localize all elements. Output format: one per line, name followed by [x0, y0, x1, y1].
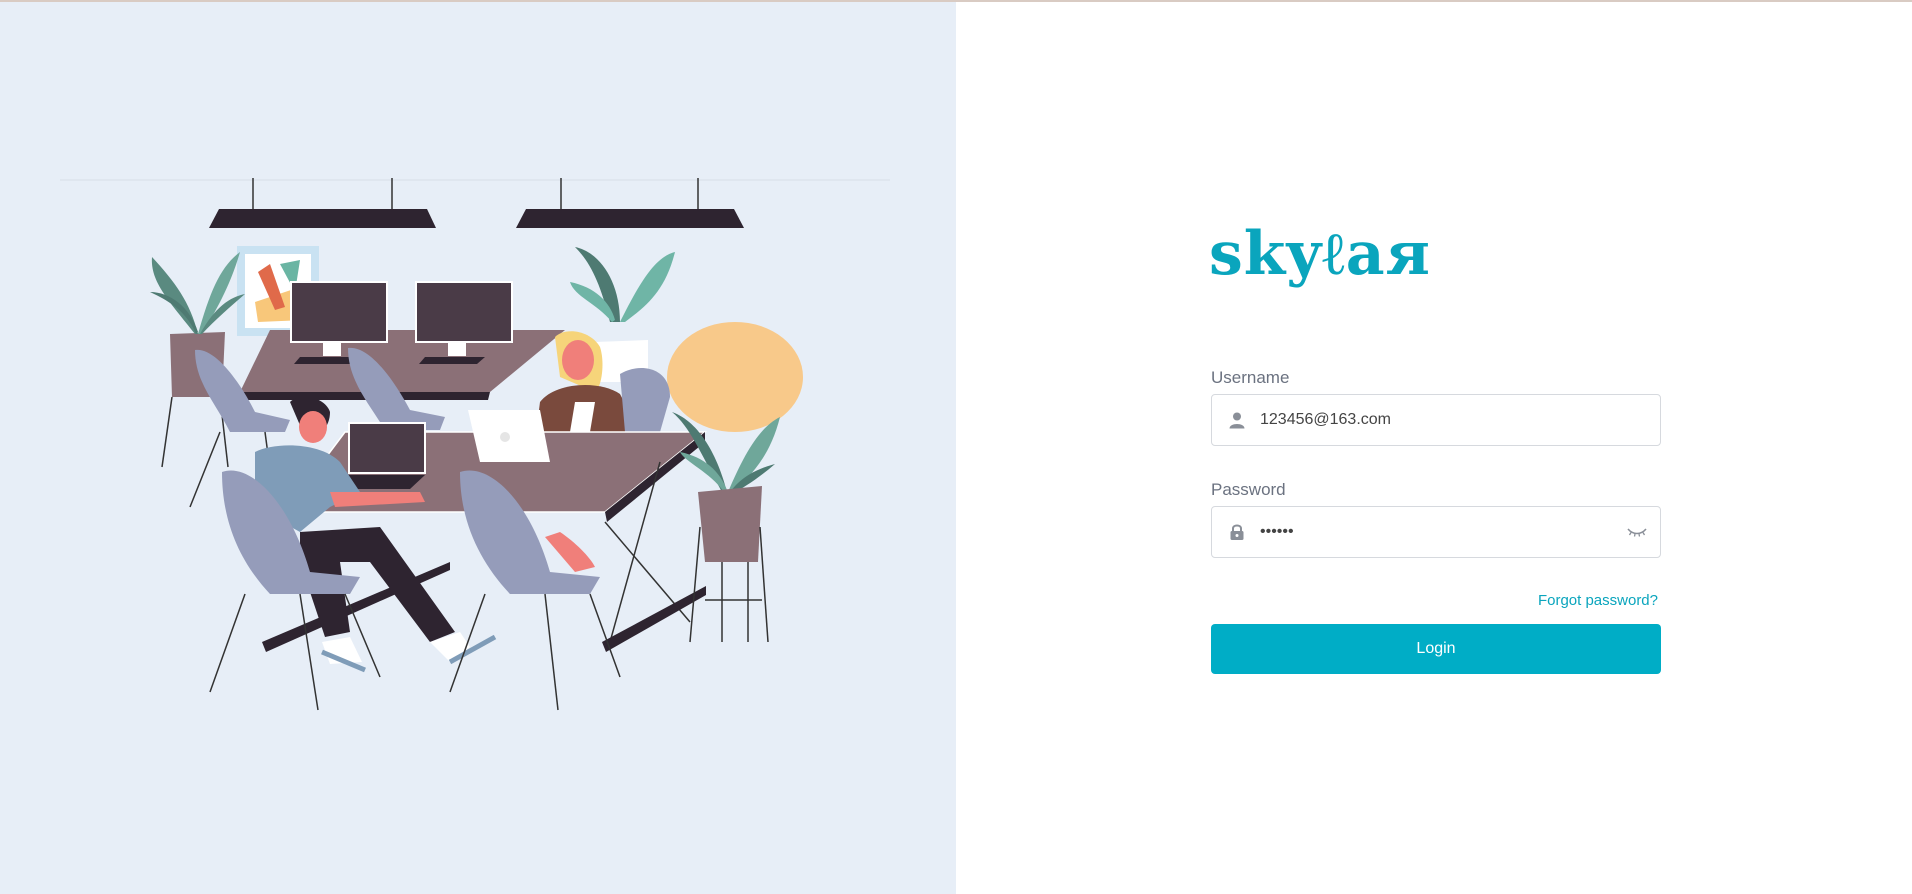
illustration-panel: [0, 2, 956, 894]
login-panel: [956, 2, 1912, 894]
eye-closed-icon[interactable]: [1626, 524, 1648, 540]
brand-logo: skyℓaя: [1209, 219, 1431, 289]
ceiling-lamp-right: [516, 178, 744, 228]
user-icon: [1228, 411, 1246, 429]
username-field[interactable]: [1211, 394, 1661, 446]
password-label: Password: [1211, 480, 1286, 499]
lock-icon: [1228, 523, 1246, 541]
password-field[interactable]: [1211, 506, 1661, 558]
office-illustration: [60, 178, 890, 711]
username-label: Username: [1211, 368, 1290, 387]
chair-woman: [620, 367, 670, 432]
ceiling-lamp-left: [209, 178, 436, 228]
password-input[interactable]: [1260, 507, 1620, 557]
login-button[interactable]: Login: [1211, 624, 1661, 674]
laptop-woman: [468, 410, 550, 462]
username-input[interactable]: [1260, 395, 1620, 445]
back-desk: [238, 330, 565, 400]
forgot-password-link[interactable]: Forgot password?: [1480, 592, 1658, 609]
